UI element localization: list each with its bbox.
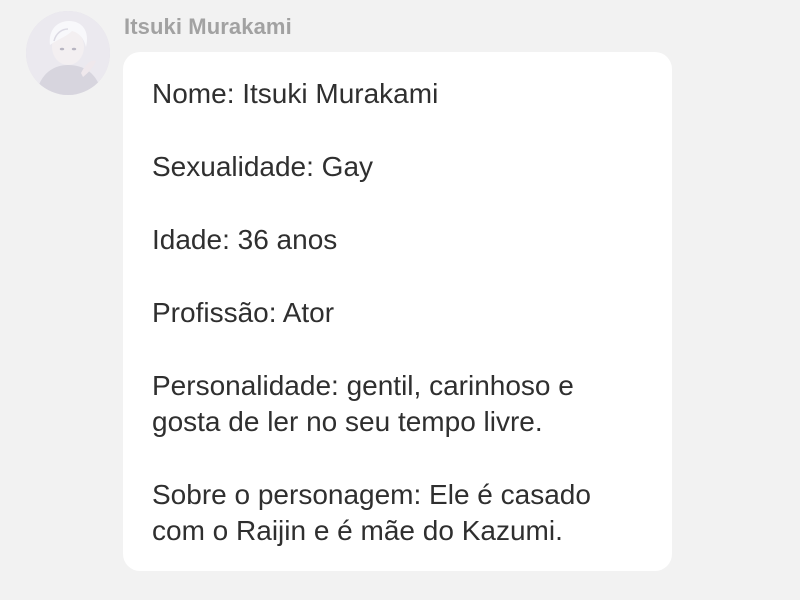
- message-author[interactable]: Itsuki Murakami: [124, 14, 292, 40]
- user-avatar-icon: [26, 11, 110, 95]
- message-bubble[interactable]: Nome: Itsuki Murakami Sexualidade: Gay I…: [123, 52, 672, 571]
- message-line-name: Nome: Itsuki Murakami: [152, 78, 439, 109]
- avatar[interactable]: [26, 11, 110, 95]
- message-line-personality: Personalidade: gentil, carinhoso e: [152, 370, 574, 401]
- message-line-age: Idade: 36 anos: [152, 224, 338, 255]
- message-line-about-continued: com o Raijin e é mãe do Kazumi.: [152, 515, 563, 546]
- message-line-about: Sobre o personagem: Ele é casado: [152, 479, 591, 510]
- message-line-profession: Profissão: Ator: [152, 297, 335, 328]
- message-line-sexuality: Sexualidade: Gay: [152, 151, 374, 182]
- message-line-personality-continued: gosta de ler no seu tempo livre.: [152, 406, 543, 437]
